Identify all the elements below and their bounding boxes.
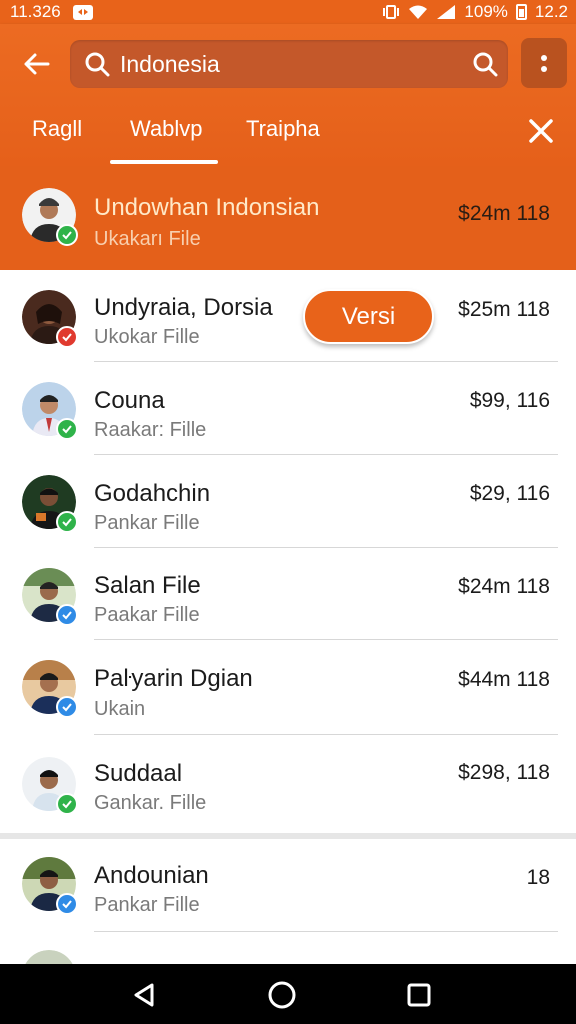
verified-badge-icon xyxy=(56,418,78,440)
item-subtitle: Ukakarı File xyxy=(94,228,201,250)
app-header: Indonesia Ragll Wablvp Traipha xyxy=(0,24,576,166)
verified-badge-icon xyxy=(56,604,78,626)
item-subtitle: Ukain xyxy=(94,698,146,720)
item-subtitle: Ukokar Fille xyxy=(94,326,200,348)
item-name: Godahchin xyxy=(94,480,211,507)
item-name: Undyraia, Dorsia xyxy=(94,294,273,321)
item-price: $44m 118 xyxy=(458,668,550,691)
item-price: $25m 118 xyxy=(458,298,550,321)
search-input[interactable]: Indonesia xyxy=(70,40,508,88)
item-subtitle: Pankar Fille xyxy=(94,894,200,916)
avatar xyxy=(22,757,78,815)
status-time: 11.326 xyxy=(10,2,61,21)
list-item[interactable]: Salan File Paakar Fille $24m 118 xyxy=(0,548,576,640)
verified-badge-icon xyxy=(56,793,78,815)
battery-icon xyxy=(515,4,527,20)
square-recents-icon[interactable] xyxy=(402,978,436,1012)
system-nav-bar xyxy=(0,964,576,1024)
tab-1[interactable]: Ragll xyxy=(32,116,82,142)
status-bar: 11.326 109% 12.2 xyxy=(0,0,576,24)
search-value: Indonesia xyxy=(120,50,220,77)
avatar xyxy=(22,475,78,533)
arrow-left-icon xyxy=(24,53,50,75)
item-subtitle: Paakar Fille xyxy=(94,604,200,626)
item-name: Suddaal xyxy=(94,760,183,787)
item-price: $99, 116 xyxy=(469,389,550,412)
status-clock-right: 12.2 xyxy=(534,2,568,21)
avatar xyxy=(22,568,78,626)
item-price: $298, 118 xyxy=(458,761,550,784)
item-subtitle: Raakar: Fille xyxy=(94,419,207,441)
verified-badge-icon xyxy=(56,893,78,915)
tab-2[interactable]: Wablvp xyxy=(130,116,203,142)
signal-icon xyxy=(437,5,456,19)
verified-badge-icon xyxy=(56,224,78,246)
item-name: Andounian xyxy=(94,862,209,889)
versi-button[interactable]: Versi xyxy=(303,289,434,344)
search-icon xyxy=(84,51,110,77)
item-name: Couna xyxy=(94,387,165,414)
list-item[interactable]: Paŀyarin Dgian Ukain $44m 118 xyxy=(0,640,576,735)
battery-percent: 109% xyxy=(464,2,508,21)
item-price: $29, 116 xyxy=(469,482,550,505)
item-price: $24m 118 xyxy=(458,202,550,225)
item-name: Undowhan Indonsian xyxy=(94,194,320,221)
wifi-icon xyxy=(409,5,428,19)
avatar xyxy=(22,188,78,246)
back-button[interactable] xyxy=(18,48,54,80)
more-vertical-icon[interactable] xyxy=(521,38,567,88)
tab-indicator xyxy=(110,160,218,164)
item-price: $24m 118 xyxy=(458,575,550,598)
tab-3[interactable]: Traipha xyxy=(246,116,320,142)
avatar xyxy=(22,290,78,348)
list-item-partial[interactable] xyxy=(0,932,576,964)
list-item-selected[interactable]: Undowhan Indonsian Ukakarı File $24m 118 xyxy=(0,166,576,270)
list-item[interactable]: Godahchin Pankar Fille $29, 116 xyxy=(0,455,576,548)
item-subtitle: Gankar. Fille xyxy=(94,792,207,814)
circle-home-icon[interactable] xyxy=(265,978,299,1012)
list-item[interactable]: Couna Raakar: Fille $99, 116 xyxy=(0,362,576,455)
list-item[interactable]: Undyraia, Dorsia Ukokar Fille $25m 118 xyxy=(0,270,576,362)
triangle-back-icon[interactable] xyxy=(127,978,161,1012)
avatar xyxy=(22,382,78,440)
item-price: 18 xyxy=(526,866,550,889)
item-name: Salan File xyxy=(94,572,201,599)
notification-icon xyxy=(72,4,93,20)
search-submit-icon[interactable] xyxy=(472,51,498,77)
avatar xyxy=(22,950,76,964)
avatar xyxy=(22,660,78,718)
avatar xyxy=(22,857,78,915)
vibrate-icon xyxy=(383,5,400,19)
alert-badge-icon xyxy=(56,326,78,348)
verified-badge-icon xyxy=(56,511,78,533)
close-icon[interactable] xyxy=(526,116,556,146)
tab-bar: Ragll Wablvp Traipha xyxy=(0,106,576,166)
item-name: Paŀyarin Dgian xyxy=(94,665,253,692)
verified-badge-icon xyxy=(56,696,78,718)
list-item[interactable]: Suddaal Gankar. Fille $298, 118 xyxy=(0,735,576,833)
item-subtitle: Pankar Fille xyxy=(94,512,200,534)
list-item[interactable]: Andounian Pankar Fille 18 xyxy=(0,839,576,932)
